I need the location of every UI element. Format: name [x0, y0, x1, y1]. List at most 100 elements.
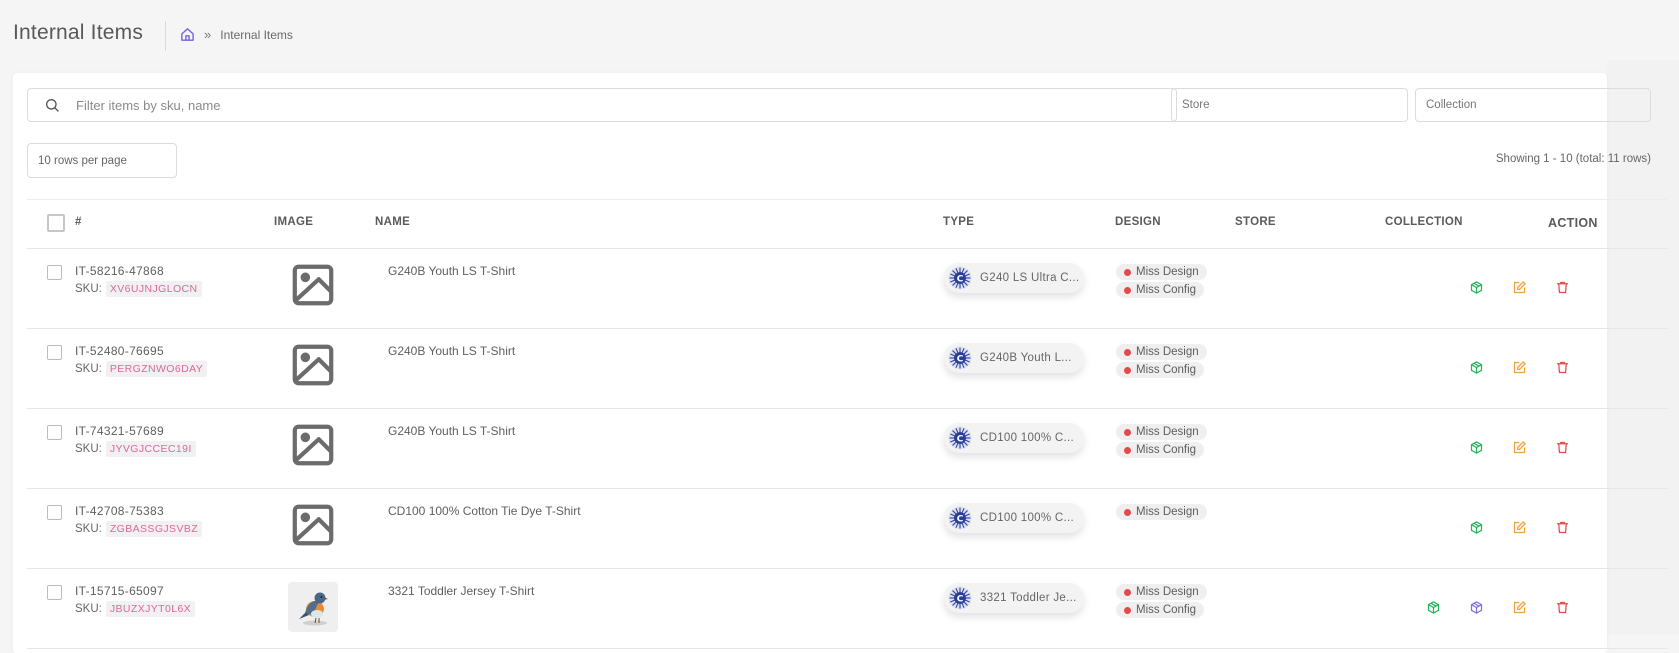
edit-icon [1512, 280, 1527, 295]
item-name[interactable]: CD100 100% Cotton Tie Dye T-Shirt [388, 504, 581, 518]
status-dot-icon [1124, 366, 1131, 374]
product-action-button[interactable] [1424, 598, 1442, 616]
sku-code[interactable]: XV6UJNJGLOCN [105, 281, 202, 297]
sku-code[interactable]: PERGZNWO6DAY [105, 361, 208, 377]
edit-action-button[interactable] [1510, 278, 1528, 296]
edit-action-button[interactable] [1510, 358, 1528, 376]
row-checkbox[interactable] [47, 505, 62, 520]
product-alt-icon [1469, 600, 1484, 615]
status-dot-icon [1124, 348, 1131, 356]
item-type-label: CD100 100% C... [980, 512, 1074, 524]
row-checkbox[interactable] [47, 265, 62, 280]
status-badge: Miss Config [1116, 442, 1205, 458]
sku-code[interactable]: ZGBASSGJSVBZ [105, 521, 203, 537]
row-checkbox[interactable] [47, 345, 62, 360]
brand-logo-icon: C [948, 586, 972, 610]
status-dot-icon [1124, 508, 1131, 516]
status-label: Miss Config [1136, 364, 1197, 376]
status-label: Miss Design [1136, 426, 1199, 438]
status-badge: Miss Design [1116, 584, 1207, 600]
image-placeholder-icon [290, 342, 336, 393]
edit-action-button[interactable] [1510, 598, 1528, 616]
item-type-label: G240B Youth L... [980, 352, 1072, 364]
item-image[interactable] [288, 502, 338, 552]
status-label: Miss Config [1136, 604, 1197, 616]
row-checkbox[interactable] [47, 425, 62, 440]
item-id: IT-52480-76695 [75, 344, 164, 358]
status-badge: Miss Design [1116, 504, 1207, 520]
product-action-button[interactable] [1467, 358, 1485, 376]
status-label: Miss Design [1136, 266, 1199, 278]
brand-logo-icon: C [948, 506, 972, 530]
row-checkbox[interactable] [47, 585, 62, 600]
item-name[interactable]: 3321 Toddler Jersey T-Shirt [388, 584, 534, 598]
product-icon [1426, 600, 1441, 615]
item-sku: SKU: XV6UJNJGLOCN [75, 281, 202, 297]
item-id: IT-58216-47868 [75, 264, 164, 278]
product-icon [1469, 440, 1484, 455]
item-type[interactable]: C CD100 100% C... [944, 503, 1084, 533]
svg-text:C: C [957, 274, 964, 284]
bird-photo-image [288, 582, 338, 632]
image-placeholder-icon [290, 262, 336, 313]
edit-action-button[interactable] [1510, 518, 1528, 536]
item-name[interactable]: G240B Youth LS T-Shirt [388, 424, 515, 438]
search-input[interactable] [74, 96, 1176, 114]
sku-code[interactable]: JYVGJCCEC19I [105, 441, 196, 457]
table-row: IT-15715-65097 SKU: JBUZXJYT0L6X 3321 Toddl… [27, 569, 1667, 649]
brand-logo-icon: C [948, 426, 972, 450]
column-action: ACTION [1548, 216, 1598, 230]
table-row: IT-42708-75383 SKU: ZGBASSGJSVBZ CD100 100… [27, 489, 1667, 569]
item-id: IT-15715-65097 [75, 584, 164, 598]
collection-select[interactable]: Collection [1415, 88, 1651, 122]
rows-per-page-select[interactable]: 10 rows per page [27, 143, 177, 178]
item-id: IT-42708-75383 [75, 504, 164, 518]
breadcrumb-current: Internal Items [220, 27, 293, 42]
item-type[interactable]: C G240 LS Ultra C... [944, 263, 1084, 293]
item-image[interactable] [288, 342, 338, 392]
svg-text:C: C [957, 514, 964, 524]
status-badge: Miss Config [1116, 282, 1205, 298]
search-icon [46, 99, 59, 112]
item-sku: SKU: ZGBASSGJSVBZ [75, 521, 203, 537]
item-type-label: G240 LS Ultra C... [980, 272, 1080, 284]
item-image[interactable] [288, 262, 338, 312]
store-select[interactable]: Store [1171, 88, 1408, 122]
delete-action-button[interactable] [1553, 518, 1571, 536]
column-type: TYPE [943, 216, 975, 228]
delete-action-button[interactable] [1553, 278, 1571, 296]
home-icon[interactable] [180, 27, 195, 42]
product-action-button[interactable] [1467, 518, 1485, 536]
item-type[interactable]: C G240B Youth L... [944, 343, 1084, 373]
delete-action-button[interactable] [1553, 598, 1571, 616]
delete-action-button[interactable] [1553, 358, 1571, 376]
search-field[interactable] [27, 88, 1177, 122]
column-id: # [75, 216, 82, 228]
select-all-checkbox[interactable] [47, 214, 65, 232]
status-label: Miss Config [1136, 284, 1197, 296]
image-placeholder-icon [290, 422, 336, 473]
status-badge: Miss Config [1116, 602, 1205, 618]
items-card: Store Collection 10 rows per page Showin… [13, 73, 1667, 653]
image-placeholder-icon [290, 502, 336, 553]
edit-icon [1512, 520, 1527, 535]
product-action-button[interactable] [1467, 438, 1485, 456]
product-alt-action-button[interactable] [1467, 598, 1485, 616]
product-icon [1469, 360, 1484, 375]
status-badge: Miss Design [1116, 344, 1207, 360]
item-sku: SKU: JYVGJCCEC19I [75, 441, 196, 457]
sku-code[interactable]: JBUZXJYT0L6X [105, 601, 196, 617]
product-action-button[interactable] [1467, 278, 1485, 296]
item-type[interactable]: C CD100 100% C... [944, 423, 1084, 453]
edit-action-button[interactable] [1510, 438, 1528, 456]
trash-icon [1555, 600, 1570, 615]
column-design: DESIGN [1115, 216, 1161, 228]
item-image[interactable] [288, 582, 338, 632]
title-divider [165, 21, 166, 51]
delete-action-button[interactable] [1553, 438, 1571, 456]
item-name[interactable]: G240B Youth LS T-Shirt [388, 264, 515, 278]
item-image[interactable] [288, 422, 338, 472]
item-type[interactable]: C 3321 Toddler Je... [944, 583, 1084, 613]
status-dot-icon [1124, 606, 1131, 614]
item-name[interactable]: G240B Youth LS T-Shirt [388, 344, 515, 358]
